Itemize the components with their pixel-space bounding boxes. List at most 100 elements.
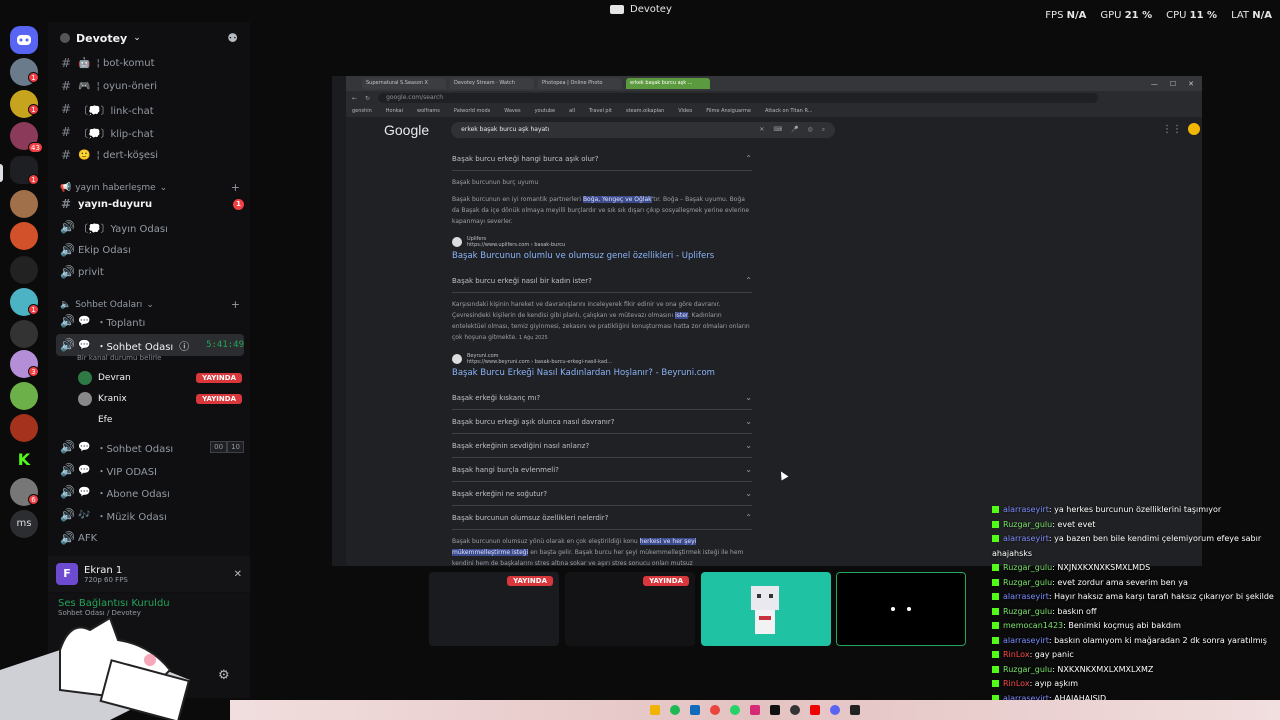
- close-icon[interactable]: ✕: [1188, 80, 1194, 88]
- google-logo[interactable]: Google: [384, 122, 429, 138]
- channel-bot-komut[interactable]: # 🤖 ¦ bot-komut: [56, 53, 244, 73]
- voice-user-efe[interactable]: Efe: [78, 411, 242, 429]
- voice-user-kranix[interactable]: Kranix YAYINDA: [78, 390, 242, 408]
- search-icon[interactable]: ⌕: [822, 126, 825, 134]
- channel-privit[interactable]: 🔊 privit: [56, 262, 244, 282]
- bookmark[interactable]: wolframs: [417, 108, 440, 114]
- bookmark[interactable]: Attack on Titan R...: [765, 108, 813, 114]
- paa-question[interactable]: Başak burcu erkeği nasıl bir kadın ister…: [452, 269, 752, 293]
- add-channel-icon[interactable]: +: [231, 181, 240, 194]
- browser-tab-active[interactable]: erkek başak burcu aşk ...: [626, 78, 710, 89]
- account-avatar[interactable]: [1188, 123, 1200, 135]
- paa-question[interactable]: Başak erkeği kıskanç mı? ⌄: [452, 386, 752, 410]
- instagram-icon[interactable]: [750, 705, 760, 715]
- paa-question[interactable]: Başak erkeğinin sevdiğini nasıl anlarız?…: [452, 434, 752, 458]
- server-header[interactable]: Devotey ⌄ ⚉: [48, 22, 250, 54]
- channel-klip-chat[interactable]: # 〔💭〕klip-chat: [56, 122, 244, 142]
- outlook-icon[interactable]: [690, 705, 700, 715]
- tiktok-icon[interactable]: [770, 705, 780, 715]
- maximize-icon[interactable]: ☐: [1170, 80, 1176, 88]
- bookmark[interactable]: Travel pit: [589, 108, 612, 114]
- reload-icon[interactable]: ↻: [365, 95, 370, 102]
- bookmark[interactable]: Palworld mods: [454, 108, 490, 114]
- discord-home-icon[interactable]: [10, 26, 38, 54]
- channel-toplanti[interactable]: 🔊 💬 ・Toplantı: [56, 311, 244, 331]
- browser-tab[interactable]: Photopea | Online Photo: [538, 78, 622, 89]
- paa-question[interactable]: Başak burcunun olumsuz özellikleri neler…: [452, 506, 752, 530]
- server-icon[interactable]: [10, 190, 38, 218]
- channel-yayin-odasi[interactable]: 🔊 〔💭〕Yayın Odası: [56, 217, 244, 237]
- channel-sohbet-odasi-active[interactable]: 🔊 💬 ・Sohbet Odası ⓘ 5:41:49: [56, 334, 244, 356]
- bookmark[interactable]: steam.oikaplan: [626, 108, 664, 114]
- stream-tile[interactable]: YAYINDA: [565, 572, 695, 646]
- paa-question[interactable]: Başak erkeğini ne soğutur? ⌄: [452, 482, 752, 506]
- server-icon[interactable]: [10, 222, 38, 250]
- channel-dert-kosesi[interactable]: # 🙂 ¦ dert-köşesi: [56, 145, 244, 165]
- browser-side-panel: [332, 76, 346, 566]
- channel-status[interactable]: Bir kanal durumu belirle: [77, 354, 161, 362]
- category-yayin-haberlesme[interactable]: 📢 yayın haberleşme ⌄ +: [60, 181, 240, 194]
- close-icon[interactable]: ✕: [234, 569, 242, 580]
- paa-question[interactable]: Başak burcu erkeği aşık olunca nasıl dav…: [452, 410, 752, 434]
- stream-tile[interactable]: YAYINDA: [429, 572, 559, 646]
- bookmark[interactable]: genshin: [352, 108, 372, 114]
- invite-people-icon[interactable]: ⚉: [227, 31, 238, 45]
- back-icon[interactable]: ←: [352, 95, 357, 102]
- hash-icon: #: [60, 56, 72, 70]
- server-icon[interactable]: [10, 320, 38, 348]
- info-icon[interactable]: ⓘ: [179, 338, 189, 353]
- discord-icon[interactable]: [830, 705, 840, 715]
- stream-tile-avatar[interactable]: [701, 572, 831, 646]
- whatsapp-icon[interactable]: [730, 705, 740, 715]
- youtube-icon[interactable]: [810, 705, 820, 715]
- lens-icon[interactable]: ◎: [808, 126, 813, 134]
- bookmark[interactable]: all: [569, 108, 575, 114]
- google-search-input[interactable]: erkek başak burcu aşk hayatı ✕ ⌨ 🎤 ◎ ⌕: [451, 122, 836, 138]
- chat-overlay: alarraseyirt: ya herkes burcunun özellik…: [992, 503, 1280, 706]
- url-input[interactable]: google.com/search: [378, 93, 1099, 103]
- server-icon[interactable]: [10, 256, 38, 284]
- clear-icon[interactable]: ✕: [759, 126, 764, 134]
- result-link[interactable]: Başak Burcu Erkeği Nasıl Kadınlardan Hoş…: [452, 365, 752, 386]
- bookmark[interactable]: Video: [678, 108, 692, 114]
- browser-tab[interactable]: Devotey Stream · Watch: [450, 78, 534, 89]
- chrome-icon[interactable]: [710, 705, 720, 715]
- channel-ekip-odasi[interactable]: 🔊 Ekip Odası: [56, 240, 244, 260]
- stream-tile-selected[interactable]: [836, 572, 966, 646]
- minimize-icon[interactable]: —: [1151, 80, 1158, 88]
- server-badge: 1: [28, 304, 39, 315]
- speaker-icon: 🔈: [60, 299, 72, 310]
- channel-sohbet-odasi-2[interactable]: 🔊 💬 ・Sohbet Odası 00 10: [56, 437, 244, 457]
- channel-link-chat[interactable]: # 〔💭〕link-chat: [56, 99, 244, 119]
- google-apps-icon[interactable]: ⋮⋮: [1162, 124, 1182, 135]
- folder-icon[interactable]: [650, 705, 660, 715]
- bookmark[interactable]: youtube: [535, 108, 556, 114]
- result-link[interactable]: Başak Burcunun olumlu ve olumsuz genel ö…: [452, 248, 752, 269]
- spotify-icon[interactable]: [670, 705, 680, 715]
- kick-icon[interactable]: K: [10, 446, 38, 474]
- bookmark[interactable]: Filme Ansiguarme: [706, 108, 751, 114]
- paa-question[interactable]: Başak hangi burçla evlenmeli? ⌄: [452, 458, 752, 482]
- server-icon[interactable]: [10, 414, 38, 442]
- server-icon[interactable]: [10, 382, 38, 410]
- app-icon[interactable]: [850, 705, 860, 715]
- obs-icon[interactable]: [790, 705, 800, 715]
- browser-tab[interactable]: Supernatural S.Season X: [362, 78, 446, 89]
- bookmark[interactable]: Honkai: [386, 108, 403, 114]
- paa-question[interactable]: Başak burcu erkeği hangi burca aşık olur…: [452, 147, 752, 171]
- bookmark[interactable]: Waves: [504, 108, 520, 114]
- mic-icon[interactable]: 🎤: [791, 126, 798, 134]
- add-channel-icon[interactable]: +: [231, 298, 240, 311]
- voice-user-devran[interactable]: Devran YAYINDA: [78, 369, 242, 387]
- server-badge: 1: [28, 174, 39, 185]
- channel-oyun-oneri[interactable]: # 🎮 ¦ oyun-öneri: [56, 76, 244, 96]
- category-sohbet-odalari[interactable]: 🔈 Sohbet Odaları ⌄ +: [60, 298, 240, 311]
- channel-abone-odasi[interactable]: 🔊 💬 ・Abone Odası: [56, 482, 244, 502]
- keyboard-icon[interactable]: ⌨: [773, 126, 782, 134]
- chat-line: Ruzgar_gulu: NXKXNKXMXLXMXLXMZ: [992, 663, 1280, 678]
- channel-yayin-duyuru[interactable]: # yayın-duyuru 1: [56, 194, 244, 214]
- channel-muzik-odasi[interactable]: 🔊 🎶 ・Müzik Odası: [56, 505, 244, 525]
- server-icon-ms[interactable]: ms: [10, 510, 38, 538]
- channel-afk[interactable]: 🔊 AFK: [56, 528, 244, 548]
- channel-vip-odasi[interactable]: 🔊 💬 ・VIP ODASI: [56, 460, 244, 480]
